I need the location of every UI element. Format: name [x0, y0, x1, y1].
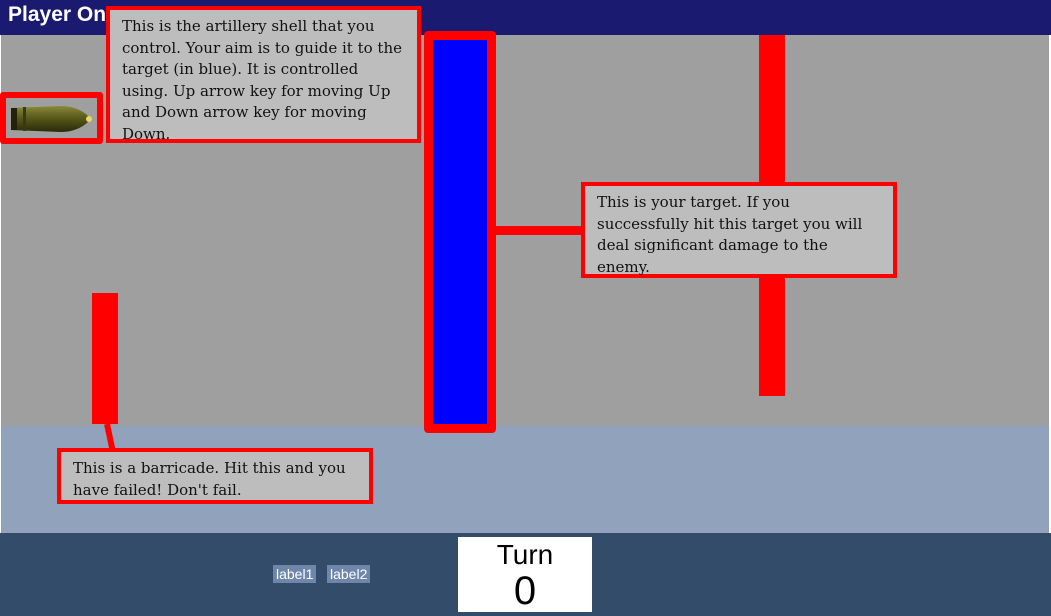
barricade-left	[92, 293, 118, 424]
label2: label2	[327, 565, 371, 583]
turn-counter: Turn 0	[458, 537, 592, 612]
turn-label: Turn	[496, 539, 554, 570]
callout-target: This is your target. If you successfully…	[581, 182, 897, 278]
turn-value: 0	[513, 569, 537, 613]
callout-connector-target	[494, 226, 584, 235]
callout-shell: This is the artillery shell that you con…	[106, 6, 421, 143]
target	[424, 31, 496, 433]
artillery-shell-icon[interactable]	[9, 103, 95, 135]
callout-barricade: This is a barricade. Hit this and you ha…	[57, 448, 373, 504]
label1: label1	[273, 565, 317, 583]
window-title: Player On	[8, 3, 107, 26]
